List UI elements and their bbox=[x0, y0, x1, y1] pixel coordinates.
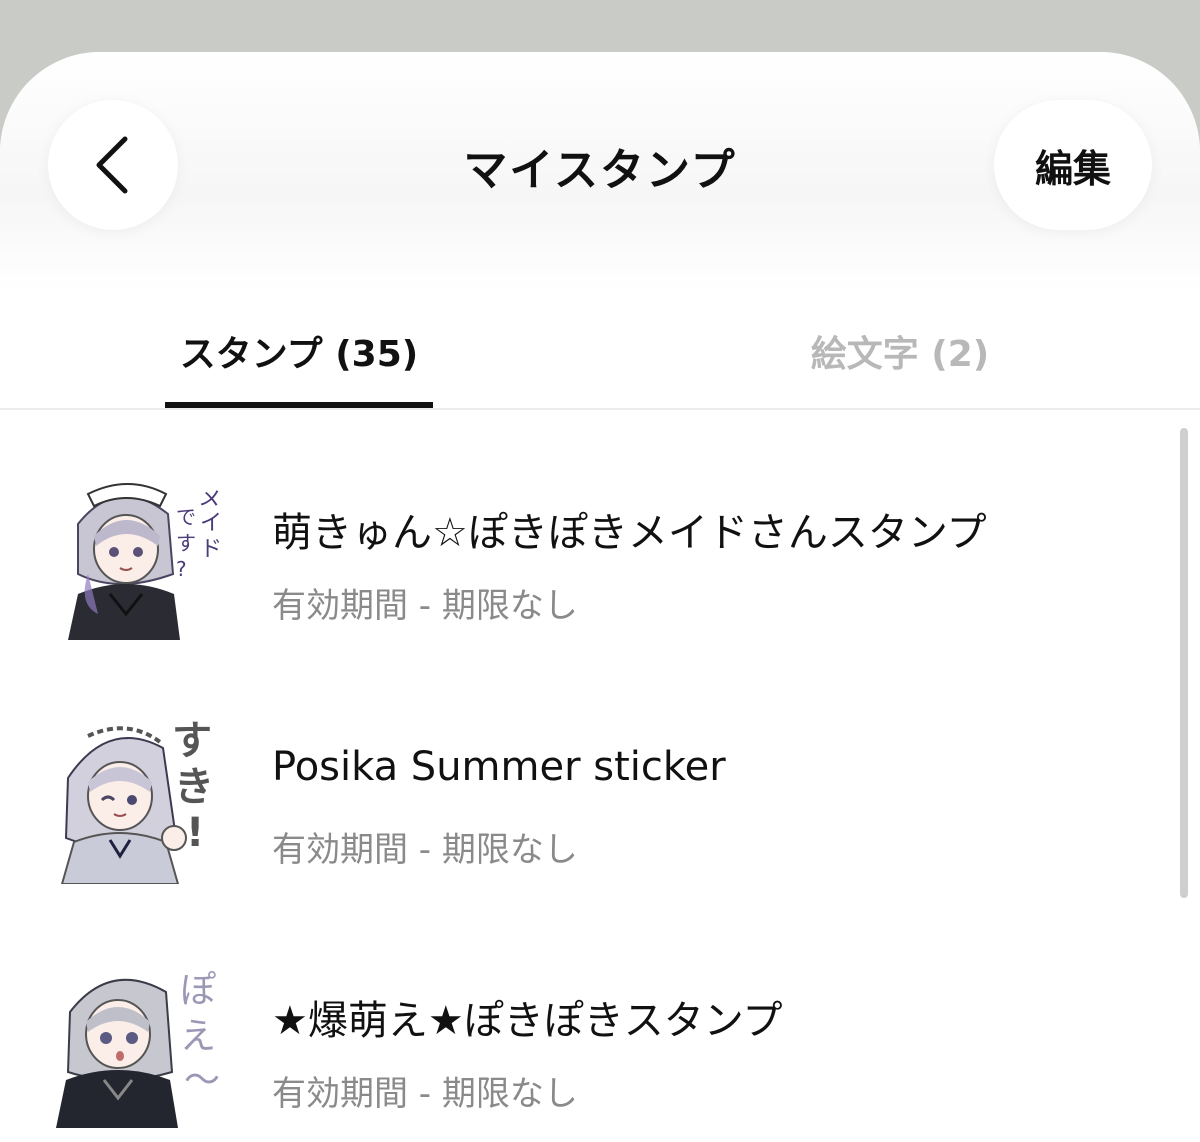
list-item[interactable]: メ イ ド で す ? 萌きゅん☆ぽきぽきメイドさんスタンプ 有効期間 - 期限… bbox=[0, 410, 1170, 640]
sticker-title: 萌きゅん☆ぽきぽきメイドさんスタンプ bbox=[272, 510, 987, 556]
scrollbar[interactable] bbox=[1180, 428, 1188, 898]
edit-button-label: 編集 bbox=[1034, 146, 1111, 191]
tab-bar: スタンプ (35) 絵文字 (2) bbox=[0, 292, 1200, 410]
active-tab-indicator bbox=[165, 402, 433, 408]
edit-button[interactable]: 編集 bbox=[994, 100, 1152, 230]
surprised-character-icon: ぽ え 〜 bbox=[48, 952, 224, 1128]
svg-text:!: ! bbox=[186, 810, 204, 856]
svg-text:メ: メ bbox=[197, 485, 223, 513]
chevron-left-icon bbox=[96, 136, 128, 194]
sticker-title: Posika Summer sticker bbox=[272, 744, 726, 790]
svg-text:イ: イ bbox=[200, 511, 222, 536]
list-item[interactable]: ぽ え 〜 ★爆萌え★ぽきぽきスタンプ 有効期間 - 期限なし bbox=[0, 898, 1170, 1128]
svg-text:ぽ: ぽ bbox=[180, 970, 216, 1011]
sticker-thumbnail: す き ! bbox=[48, 708, 224, 884]
sticker-thumbnail: ぽ え 〜 bbox=[48, 952, 224, 1128]
sticker-validity: 有効期間 - 期限なし bbox=[272, 586, 578, 626]
tab-stickers[interactable]: スタンプ (35) bbox=[165, 292, 433, 410]
svg-text:?: ? bbox=[176, 557, 187, 581]
sticker-thumbnail: メ イ ド で す ? bbox=[48, 464, 224, 640]
svg-text:ド: ド bbox=[200, 537, 222, 562]
svg-text:え: え bbox=[180, 1016, 216, 1057]
svg-text:す: す bbox=[176, 531, 196, 555]
page-title: マイスタンプ bbox=[463, 145, 737, 196]
tab-emoji[interactable]: 絵文字 (2) bbox=[770, 292, 1030, 410]
back-button[interactable] bbox=[48, 100, 178, 230]
svg-text:で: で bbox=[176, 505, 196, 529]
sticker-title: ★爆萌え★ぽきぽきスタンプ bbox=[272, 998, 783, 1044]
svg-text:〜: 〜 bbox=[184, 1060, 220, 1101]
maid-character-icon: メ イ ド で す ? bbox=[48, 464, 224, 640]
svg-text:き: き bbox=[174, 764, 214, 810]
sticker-validity: 有効期間 - 期限なし bbox=[272, 1074, 578, 1114]
wink-character-icon: す き ! bbox=[48, 708, 224, 884]
list-item[interactable]: す き ! Posika Summer sticker 有効期間 - 期限なし bbox=[0, 654, 1170, 884]
my-stickers-sheet: マイスタンプ 編集 スタンプ (35) 絵文字 (2) メ イ ド で す ? … bbox=[0, 52, 1200, 1142]
svg-text:す: す bbox=[172, 718, 212, 764]
sticker-validity: 有効期間 - 期限なし bbox=[272, 830, 578, 870]
header: マイスタンプ 編集 bbox=[0, 52, 1200, 292]
